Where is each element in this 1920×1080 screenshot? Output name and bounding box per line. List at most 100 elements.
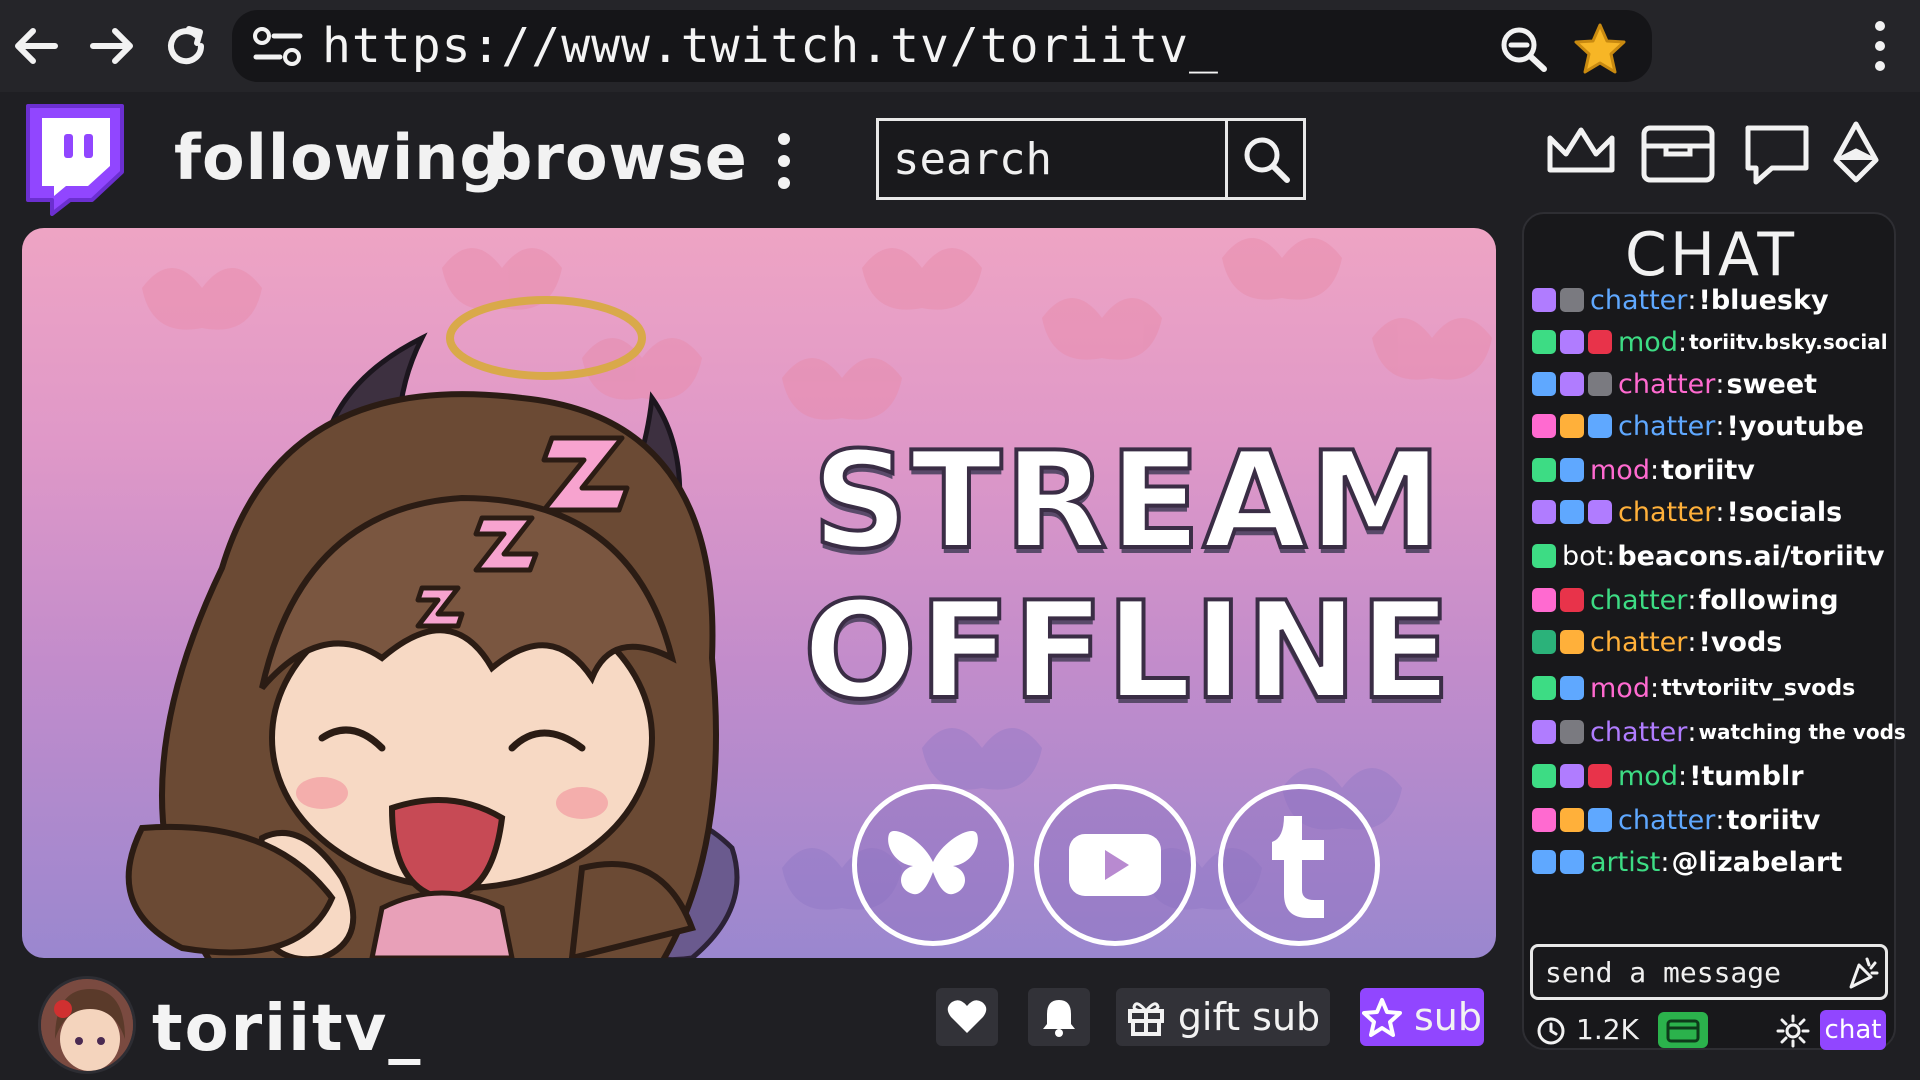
chat-message-text: ttvtoriitv_svods (1661, 675, 1856, 701)
chat-input-box (1530, 944, 1888, 1000)
settings-gear-icon[interactable] (1776, 1014, 1810, 1048)
whispers-icon[interactable] (1740, 120, 1814, 190)
chat-username[interactable]: chatter (1618, 497, 1715, 528)
tumblr-button[interactable] (1218, 784, 1380, 946)
chat-badge-icon (1560, 764, 1584, 788)
chat-username[interactable]: mod (1590, 673, 1650, 704)
chat-separator: : (1687, 584, 1697, 616)
bluesky-button[interactable] (852, 784, 1014, 946)
browser-menu-icon[interactable] (1862, 18, 1898, 74)
chat-separator: : (1687, 284, 1697, 316)
search-button[interactable] (1225, 121, 1303, 197)
offline-line2: OFFLINE (801, 573, 1453, 729)
back-button[interactable] (10, 20, 62, 72)
chat-input[interactable] (1533, 947, 1833, 997)
chat-message: chatter: watching the vods (1532, 714, 1906, 750)
chat-separator: : (1715, 496, 1725, 528)
reload-button[interactable] (160, 20, 212, 72)
chat-badge-icon (1560, 414, 1584, 438)
chat-separator: : (1606, 540, 1616, 572)
chat-message: chatter: !socials (1532, 494, 1842, 530)
clock-icon (1537, 1017, 1565, 1045)
chat-badge-icon (1560, 676, 1584, 700)
chat-message-text: @lizabelart (1671, 846, 1843, 878)
chat-username[interactable]: artist (1590, 847, 1660, 878)
chat-message: chatter: !vods (1532, 624, 1782, 660)
chat-badge-icon (1560, 630, 1584, 654)
chat-badge-icon (1532, 764, 1556, 788)
chat-message-text: !tumblr (1689, 760, 1804, 792)
chat-separator: : (1660, 846, 1670, 878)
channel-points-icon (1666, 1019, 1700, 1043)
site-settings-icon[interactable] (252, 26, 304, 68)
bits-icon[interactable] (1830, 120, 1882, 186)
chat-username[interactable]: chatter (1618, 411, 1715, 442)
crown-icon[interactable] (1544, 120, 1618, 182)
notifications-button[interactable] (1028, 988, 1090, 1046)
sub-label: sub (1413, 995, 1482, 1039)
chat-username[interactable]: chatter (1618, 369, 1715, 400)
chat-separator: : (1649, 672, 1660, 704)
follow-button[interactable] (936, 988, 998, 1046)
offline-line1: STREAM (810, 423, 1444, 579)
gift-sub-button[interactable]: gift sub (1116, 988, 1330, 1046)
search-box (876, 118, 1306, 200)
more-options-icon[interactable] (770, 130, 798, 192)
chat-username[interactable]: chatter (1590, 585, 1687, 616)
avatar-image (41, 979, 133, 1071)
search-input[interactable] (879, 121, 1225, 197)
chat-badge-icon (1588, 500, 1612, 524)
reload-icon (168, 26, 205, 65)
chat-badge-icon (1560, 808, 1584, 832)
address-bar[interactable]: https://www.twitch.tv/toriitv_ (232, 10, 1652, 82)
chat-message-text: sweet (1726, 368, 1818, 400)
star-icon (1361, 998, 1402, 1037)
twitch-logo[interactable] (18, 100, 130, 216)
chat-badge-icon (1560, 288, 1584, 312)
chat-badge-icon (1560, 372, 1584, 396)
nav-browse[interactable]: browse (488, 118, 748, 198)
chat-send-button[interactable]: chat (1820, 1010, 1886, 1050)
emote-icon[interactable] (1843, 953, 1883, 993)
offline-banner: STREAM OFFLINE (778, 423, 1478, 729)
chat-message-text: !vods (1698, 626, 1783, 658)
chat-username[interactable]: mod (1590, 455, 1650, 486)
chat-message: mod: toriitv (1532, 452, 1755, 488)
chat-username[interactable]: chatter (1590, 717, 1687, 748)
chat-badge-icon (1560, 500, 1584, 524)
bluesky-icon (888, 830, 978, 895)
chat-username[interactable]: chatter (1590, 285, 1687, 316)
bell-icon (1043, 1000, 1075, 1037)
chat-badge-icon (1560, 588, 1584, 612)
inbox-icon[interactable] (1638, 120, 1718, 186)
chat-username[interactable]: mod (1618, 761, 1678, 792)
chat-separator: : (1677, 760, 1688, 792)
chat-username[interactable]: mod (1618, 327, 1678, 358)
bookmark-star-icon[interactable] (1572, 22, 1628, 76)
forward-button[interactable] (86, 20, 138, 72)
channel-name[interactable]: toriitv_ (152, 984, 422, 1074)
chat-message: chatter: !bluesky (1532, 282, 1829, 318)
youtube-button[interactable] (1034, 784, 1196, 946)
channel-points-button[interactable] (1658, 1012, 1708, 1048)
gift-sub-label: gift sub (1177, 995, 1321, 1039)
url-text[interactable]: https://www.twitch.tv/toriitv_ (322, 18, 1219, 74)
chat-badge-icon (1532, 458, 1556, 482)
chat-badge-icon (1588, 414, 1612, 438)
zoom-out-icon[interactable] (1497, 24, 1553, 74)
chat-badge-icon (1588, 808, 1612, 832)
chat-message: mod: ttvtoriitv_svods (1532, 670, 1855, 706)
chat-message-text: !socials (1726, 496, 1843, 528)
channel-avatar[interactable] (38, 976, 136, 1074)
chat-badge-icon (1532, 372, 1556, 396)
nav-following[interactable]: following (174, 118, 505, 198)
chat-separator: : (1677, 326, 1688, 358)
chat-message: chatter: !youtube (1532, 408, 1864, 444)
chat-username[interactable]: chatter (1618, 805, 1715, 836)
video-player[interactable]: STREAM OFFLINE (22, 228, 1496, 958)
chat-username[interactable]: bot (1562, 541, 1606, 572)
chat-username[interactable]: chatter (1590, 627, 1687, 658)
chat-message-text: toriitv (1661, 454, 1755, 486)
subscribe-button[interactable]: sub (1360, 988, 1484, 1046)
chat-badge-icon (1560, 720, 1584, 744)
